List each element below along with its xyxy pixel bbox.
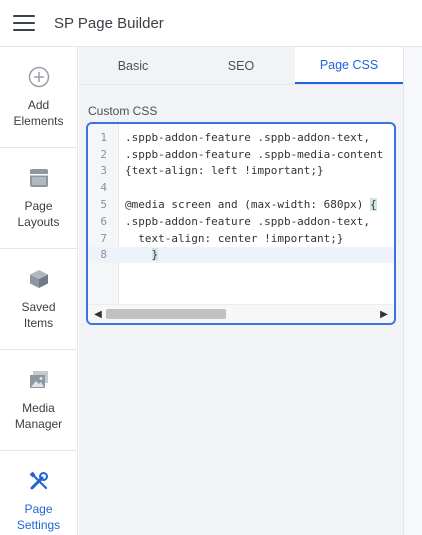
tab-bar: Basic SEO Page CSS [79,47,403,85]
settings-panel: Basic SEO Page CSS Custom CSS 1 .sppb-add… [79,47,403,535]
cube-icon [27,267,51,291]
line-number: 5 [100,198,107,212]
wrench-screwdriver-icon [27,469,51,493]
sidebar: Add Elements Page Layouts Saved Items Me… [0,47,78,535]
code-line[interactable]: 4 [88,179,394,196]
top-bar: SP Page Builder [0,0,422,47]
line-text: @media screen and (max-width: 680px) { [125,198,377,212]
line-number: 6 [100,214,107,228]
plus-circle-icon [27,65,51,89]
line-number: 4 [100,181,107,195]
scroll-left-arrow-icon[interactable]: ◀ [92,308,104,320]
line-number: 3 [100,164,107,178]
tab-page-css[interactable]: Page CSS [295,47,403,84]
code-line[interactable]: 6 .sppb-addon-feature .sppb-addon-text, [88,213,394,230]
css-code-editor[interactable]: 1 .sppb-addon-feature .sppb-addon-text, 2… [86,122,396,325]
matching-brace: } [151,248,159,262]
line-text: .sppb-addon-feature .sppb-addon-text, [125,214,371,228]
scroll-right-arrow-icon[interactable]: ▶ [378,308,390,320]
code-lines: 1 .sppb-addon-feature .sppb-addon-text, 2… [88,129,394,264]
sidebar-item-label: Media Manager [14,401,63,431]
code-line[interactable]: 2 .sppb-addon-feature .sppb-media-content [88,146,394,163]
sidebar-item-page-settings[interactable]: Page Settings [0,451,77,535]
sidebar-item-saved-items[interactable]: Saved Items [0,249,77,350]
right-panel-edge [403,47,422,535]
image-icon [27,368,51,392]
tab-basic[interactable]: Basic [79,47,187,84]
line-text: } [119,248,159,262]
scrollbar-thumb[interactable] [106,309,226,319]
line-text: .sppb-addon-feature .sppb-addon-text, [125,130,371,144]
code-line[interactable]: 5 @media screen and (max-width: 680px) { [88,196,394,213]
custom-css-label: Custom CSS [88,104,158,118]
code-line-active[interactable]: 8 } [88,246,394,264]
sidebar-item-page-layouts[interactable]: Page Layouts [0,148,77,249]
code-line[interactable]: 3 {text-align: left !important;} [88,163,394,180]
sidebar-item-label: Add Elements [13,98,64,128]
line-number: 8 [100,248,107,262]
line-number: 7 [100,231,107,245]
layout-icon [27,166,51,190]
hamburger-menu-icon[interactable] [13,15,35,31]
sidebar-item-media-manager[interactable]: Media Manager [0,350,77,451]
sidebar-item-label: Page Layouts [17,199,60,229]
line-text: .sppb-addon-feature .sppb-media-content [125,147,384,161]
line-text: text-align: center !important;} [125,231,344,245]
sidebar-item-label: Page Settings [16,502,61,532]
tab-seo[interactable]: SEO [187,47,295,84]
matching-brace: { [370,198,377,212]
horizontal-scrollbar[interactable]: ◀ ▶ [88,304,394,323]
sidebar-item-label: Saved Items [21,300,56,330]
line-number: 1 [100,130,107,144]
code-line[interactable]: 7 text-align: center !important;} [88,230,394,247]
code-line[interactable]: 1 .sppb-addon-feature .sppb-addon-text, [88,129,394,146]
app-title: SP Page Builder [54,14,164,32]
line-number: 2 [100,147,107,161]
sidebar-item-add-elements[interactable]: Add Elements [0,47,77,148]
line-text: {text-align: left !important;} [125,164,324,178]
